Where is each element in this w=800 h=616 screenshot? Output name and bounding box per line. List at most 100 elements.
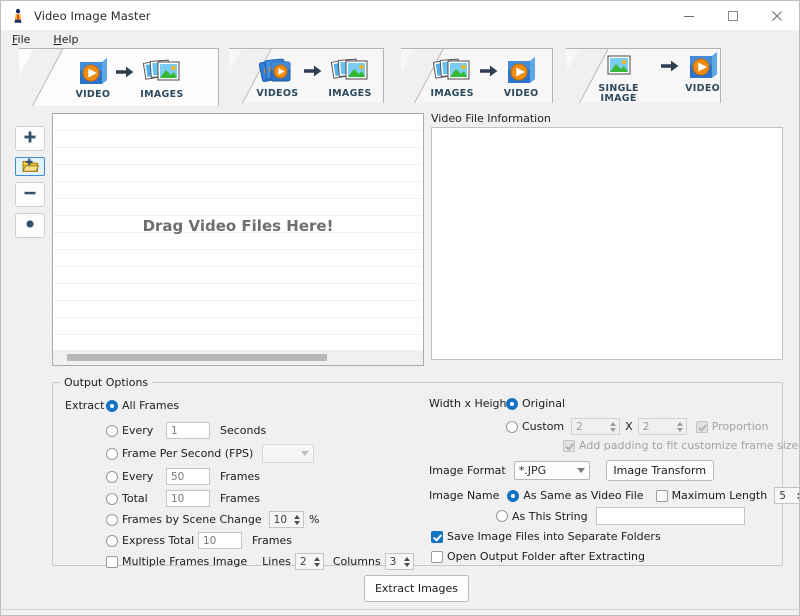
application-window: Video Image Master File Help: [0, 0, 800, 616]
radio-indicator: [106, 400, 118, 412]
video-info-label: Video File Information: [431, 112, 551, 125]
custom-height-value: 2: [638, 418, 674, 435]
single-image-icon: [604, 49, 634, 83]
columns-value: 3: [385, 553, 401, 570]
size-label-wrap: Width x Height: [429, 397, 511, 410]
video-icon: [686, 49, 720, 83]
checkbox-label: Maximum Length: [672, 489, 768, 502]
maximum-length-spinner[interactable]: 5: [774, 487, 800, 504]
checkbox-label: Multiple Frames Image: [122, 555, 247, 568]
tab-icon-pair: SINGLE IMAGE: [582, 49, 720, 103]
custom-width-spinner[interactable]: 2: [571, 418, 620, 435]
list-item: [53, 318, 423, 335]
clear-button[interactable]: [15, 213, 45, 238]
radio-every-seconds[interactable]: Every 1 Seconds: [106, 422, 266, 439]
checkbox-indicator: [656, 490, 668, 502]
image-name-label: Image Name: [429, 489, 499, 502]
checkbox-multiple-frames-image[interactable]: Multiple Frames Image Lines 2 Columns 3: [106, 553, 414, 570]
columns-spinner[interactable]: 3: [385, 553, 414, 570]
fps-select[interactable]: [262, 444, 314, 463]
spinner-arrows[interactable]: [291, 511, 304, 528]
radio-total-frames[interactable]: Total 10 Frames: [106, 490, 260, 507]
minimize-icon[interactable]: [667, 1, 711, 30]
checkbox-label: Add padding to fit customize frame size: [579, 439, 798, 452]
images-icon: [331, 54, 369, 88]
arrow-right-icon: [115, 55, 135, 89]
radio-express-total[interactable]: Express Total 10 Frames: [106, 532, 292, 549]
tab-label-to: VIDEO: [504, 89, 539, 99]
images-icon: [143, 55, 181, 89]
video-info-box[interactable]: [431, 127, 783, 360]
image-format-row: Image Format *.JPG Image Transform: [429, 460, 714, 481]
menu-item-help[interactable]: Help: [49, 32, 87, 47]
total-frames-input[interactable]: 10: [166, 490, 210, 507]
list-item: [53, 165, 423, 182]
spinner-arrows[interactable]: [311, 553, 324, 570]
custom-width-value: 2: [571, 418, 607, 435]
radio-all-frames[interactable]: All Frames: [106, 399, 179, 412]
arrow-right-icon: [660, 49, 680, 83]
menu-item-file[interactable]: File: [8, 32, 39, 47]
scene-change-spinner[interactable]: 10: [269, 511, 304, 528]
image-name-string-input[interactable]: [596, 507, 745, 525]
radio-label: Express Total: [122, 534, 198, 547]
image-transform-button[interactable]: Image Transform: [606, 460, 714, 481]
maximize-icon[interactable]: [711, 1, 755, 30]
lines-spinner[interactable]: 2: [295, 553, 324, 570]
add-file-button[interactable]: [15, 126, 45, 151]
every-seconds-input[interactable]: 1: [166, 422, 210, 439]
spinner-arrows[interactable]: [607, 418, 620, 435]
tab-videos-to-images[interactable]: VIDEOS: [229, 48, 384, 103]
radio-label: Total: [122, 492, 166, 505]
spinner-arrows[interactable]: [794, 487, 800, 504]
express-total-input[interactable]: 10: [198, 532, 242, 549]
close-icon[interactable]: [755, 1, 799, 30]
checkbox-label: Save Image Files into Separate Folders: [447, 530, 661, 543]
checkbox-proportion[interactable]: Proportion: [696, 420, 769, 433]
radio-indicator: [106, 448, 118, 460]
radio-size-original[interactable]: Original: [506, 397, 565, 410]
custom-height-spinner[interactable]: 2: [638, 418, 687, 435]
extract-images-button[interactable]: Extract Images: [364, 575, 469, 602]
radio-indicator: [106, 514, 118, 526]
every-frames-input[interactable]: 50: [166, 468, 210, 485]
checkbox-indicator: [431, 551, 443, 563]
width-height-label: Width x Height: [429, 397, 511, 410]
file-list-hscrollbar[interactable]: [52, 350, 424, 366]
spinner-arrows[interactable]: [401, 553, 414, 570]
tab-images-to-video[interactable]: IMAGES: [401, 48, 553, 103]
radio-size-custom[interactable]: Custom 2 X 2 Proportion: [506, 418, 768, 435]
checkbox-maximum-length[interactable]: Maximum Length: [656, 489, 768, 502]
radio-every-frames[interactable]: Every 50 Frames: [106, 468, 260, 485]
dot-icon: [23, 217, 37, 234]
checkbox-indicator: [106, 556, 118, 568]
list-item: [53, 301, 423, 318]
remove-button[interactable]: [15, 182, 45, 207]
arrow-right-icon: [479, 54, 499, 88]
checkbox-open-output-folder[interactable]: Open Output Folder after Extracting: [431, 550, 645, 563]
percent-suffix: %: [309, 513, 319, 526]
radio-name-same-as-video[interactable]: As Same as Video File: [507, 489, 643, 502]
image-format-select[interactable]: *.JPG: [514, 461, 590, 480]
scene-change-value: 10: [269, 511, 291, 528]
checkbox-indicator: [431, 531, 443, 543]
list-item: [53, 148, 423, 165]
checkbox-add-padding[interactable]: Add padding to fit customize frame size: [563, 439, 798, 452]
list-item: [53, 267, 423, 284]
spinner-arrows[interactable]: [674, 418, 687, 435]
radio-name-as-string[interactable]: As This String: [496, 507, 745, 525]
menu-bar: File Help: [1, 30, 799, 48]
image-name-row: Image Name As Same as Video File Maximum…: [429, 487, 800, 504]
add-folder-button[interactable]: [15, 157, 45, 176]
radio-fps[interactable]: Frame Per Second (FPS): [106, 444, 314, 463]
scrollbar-thumb[interactable]: [67, 354, 327, 361]
tab-video-to-images[interactable]: VIDEO: [19, 48, 219, 106]
tab-single-image-to-video[interactable]: SINGLE IMAGE: [566, 48, 721, 103]
tab-label-from: VIDEO: [75, 90, 110, 100]
video-file-list[interactable]: Drag Video Files Here!: [52, 113, 424, 366]
checkbox-save-separate-folders[interactable]: Save Image Files into Separate Folders: [431, 530, 661, 543]
frames-suffix: Frames: [220, 492, 260, 505]
lines-label: Lines: [262, 555, 291, 568]
radio-scene-change[interactable]: Frames by Scene Change 10 %: [106, 511, 319, 528]
app-icon: [10, 8, 26, 24]
